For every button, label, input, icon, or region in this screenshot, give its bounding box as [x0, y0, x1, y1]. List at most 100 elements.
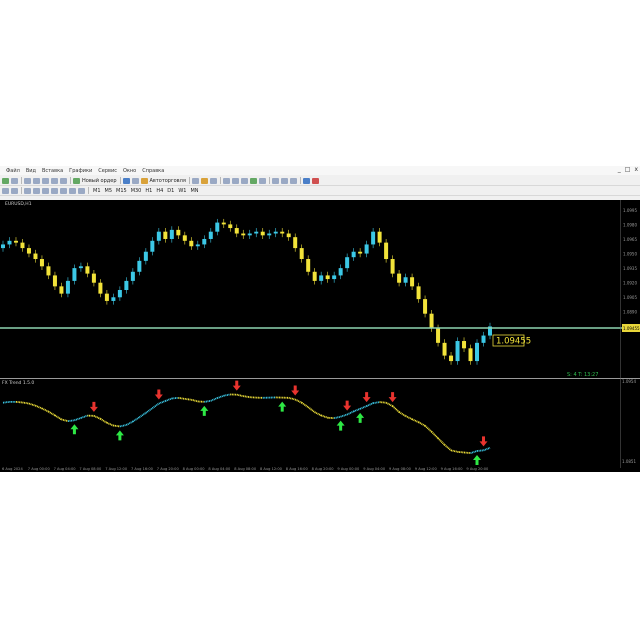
- chart-shift-icon[interactable]: [249, 177, 257, 184]
- trend-line-segment: [288, 396, 296, 401]
- toolbar-separator: [119, 177, 121, 184]
- timeframe-m15[interactable]: M15: [116, 188, 127, 194]
- tester-icon[interactable]: [60, 177, 67, 184]
- text-icon[interactable]: [69, 187, 76, 194]
- candlesticks-icon[interactable]: [200, 177, 208, 184]
- candle-body: [124, 280, 129, 290]
- zoom-in-icon[interactable]: [222, 177, 230, 184]
- time-axis-label: 7 Aug 20:00: [157, 467, 180, 471]
- vertical-line-icon[interactable]: [24, 187, 31, 194]
- menu-window[interactable]: Окно: [123, 168, 136, 174]
- timeframe-m1[interactable]: M1: [93, 188, 101, 194]
- menu-tools[interactable]: Сервис: [98, 168, 117, 174]
- bar-chart-icon[interactable]: [191, 177, 199, 184]
- candle-body: [312, 271, 317, 281]
- time-axis-label: 9 Aug 00:00: [337, 467, 360, 471]
- trend-line-segment: [307, 406, 316, 413]
- label-icon[interactable]: [78, 187, 85, 194]
- time-axis: 6 Aug 2024 7 Aug 00:00 7 Aug 04:00 7 Aug 08…: [2, 467, 489, 471]
- templates-icon[interactable]: [289, 177, 297, 184]
- timeframe-d1[interactable]: D1: [167, 188, 174, 194]
- market-watch-icon[interactable]: [24, 177, 31, 184]
- trend-line-segment: [158, 400, 166, 405]
- buy-arrow-icon: [70, 424, 79, 435]
- timeframe-m5[interactable]: M5: [105, 188, 113, 194]
- candle-body: [423, 299, 428, 314]
- close-button[interactable]: x: [634, 166, 638, 173]
- trendline-icon[interactable]: [42, 187, 49, 194]
- timeframe-m30[interactable]: M30: [131, 188, 142, 194]
- new-order-icon[interactable]: [73, 177, 80, 184]
- candle-body: [364, 244, 369, 254]
- time-axis-label: 8 Aug 08:00: [234, 467, 257, 471]
- stop-icon[interactable]: [311, 177, 319, 184]
- horizontal-line-icon[interactable]: [33, 187, 40, 194]
- trend-line-segment: [366, 402, 374, 407]
- candle-body: [163, 231, 168, 239]
- trend-line-segment: [340, 413, 348, 418]
- time-axis-label: 8 Aug 20:00: [312, 467, 335, 471]
- line-chart-icon[interactable]: [209, 177, 217, 184]
- sell-arrow-icon: [479, 436, 488, 447]
- menu-insert[interactable]: Вставка: [42, 168, 63, 174]
- toolbar-separator: [88, 187, 89, 194]
- sell-arrow-icon: [362, 392, 371, 403]
- candle-body: [416, 286, 421, 300]
- candle-body: [182, 235, 187, 241]
- price-axis: 1.0995 1.0980 1.0965 1.0950 1.0935 1.0920 1.09…: [623, 208, 637, 329]
- timeframe-mn[interactable]: MN: [190, 188, 198, 194]
- time-axis-label: 8 Aug 12:00: [260, 467, 283, 471]
- options-icon[interactable]: [131, 177, 139, 184]
- navigator-icon[interactable]: [42, 177, 49, 184]
- periods-icon[interactable]: [280, 177, 288, 184]
- menu-view[interactable]: Вид: [26, 168, 36, 174]
- meta-editor-icon[interactable]: [122, 177, 130, 184]
- settings-icon[interactable]: [302, 177, 310, 184]
- trend-line-segment: [113, 424, 120, 428]
- candle-body: [247, 233, 252, 236]
- candle-body: [1, 244, 5, 249]
- data-window-icon[interactable]: [33, 177, 40, 184]
- cursor-icon[interactable]: [2, 187, 9, 194]
- zoom-out-icon[interactable]: [231, 177, 239, 184]
- drawing-toolbar: M1 M5 M15 M30 H1 H4 D1 W1 MN: [0, 186, 640, 196]
- menu-file[interactable]: Файл: [6, 168, 20, 174]
- auto-scroll-icon[interactable]: [258, 177, 266, 184]
- restore-button[interactable]: □: [625, 166, 631, 173]
- trend-line-segment: [216, 394, 225, 399]
- chart-window[interactable]: EURUSD,H1 1.0995 1.0980 1.0965 1.0950 1.0935…: [0, 200, 640, 472]
- minimize-button[interactable]: _: [618, 166, 621, 173]
- indicator-axis-bottom: 1.0851: [622, 459, 636, 464]
- menu-help[interactable]: Справка: [142, 168, 164, 174]
- timeframe-w1[interactable]: W1: [178, 188, 186, 194]
- new-order-button[interactable]: Новый ордер: [82, 178, 117, 184]
- sell-arrow-icon: [388, 392, 397, 403]
- toolbar-separator: [70, 177, 71, 184]
- trend-line-segment: [437, 437, 446, 446]
- candles-layer: [1, 218, 492, 365]
- timeframe-h4[interactable]: H4: [156, 188, 163, 194]
- candle-body: [455, 341, 460, 362]
- profiles-icon[interactable]: [11, 177, 18, 184]
- fibonacci-icon[interactable]: [60, 187, 67, 194]
- new-chart-icon[interactable]: [2, 177, 9, 184]
- menu-charts[interactable]: Графики: [69, 168, 92, 174]
- candle-body: [85, 266, 90, 274]
- chart-canvas[interactable]: EURUSD,H1 1.0995 1.0980 1.0965 1.0950 1.0935…: [0, 200, 640, 472]
- autotrading-icon[interactable]: [140, 177, 148, 184]
- candle-body: [176, 229, 181, 236]
- candle-body: [260, 231, 265, 236]
- candle-body: [137, 260, 142, 272]
- crosshair-icon[interactable]: [11, 187, 18, 194]
- toolbar-separator: [219, 177, 221, 184]
- indicators-icon[interactable]: [271, 177, 279, 184]
- autotrading-button[interactable]: Автоторговля: [150, 178, 186, 184]
- trend-line-segment: [236, 393, 244, 398]
- timeframe-h1[interactable]: H1: [145, 188, 152, 194]
- trend-line-segment: [80, 414, 88, 419]
- tile-windows-icon[interactable]: [240, 177, 248, 184]
- terminal-icon[interactable]: [51, 177, 58, 184]
- channel-icon[interactable]: [51, 187, 58, 194]
- candle-body: [52, 275, 57, 287]
- buy-arrow-icon: [356, 412, 365, 423]
